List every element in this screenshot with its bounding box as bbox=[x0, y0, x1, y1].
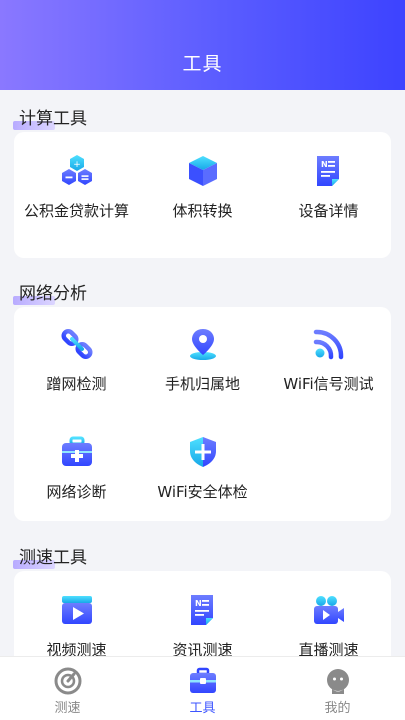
tool-video-speed[interactable]: 视频测速 bbox=[14, 593, 139, 660]
live-camera-icon bbox=[313, 596, 344, 624]
tool-label: WiFi安全体检 bbox=[157, 483, 248, 501]
tool-device-details[interactable]: N 设备详情 bbox=[266, 154, 391, 221]
document-icon: N bbox=[316, 156, 339, 186]
tool-label: 公积金贷款计算 bbox=[24, 202, 130, 220]
speedometer-icon bbox=[54, 667, 81, 695]
tab-label: 工具 bbox=[189, 701, 216, 716]
tab-label: 我的 bbox=[324, 701, 351, 716]
section-title-network: 网络分析 bbox=[13, 279, 87, 305]
calc-tools-card: + 公积金贷款计算 体积转换 N 设备详情 bbox=[14, 132, 391, 258]
svg-text:N: N bbox=[321, 160, 328, 169]
bottom-tab-bar: 测速 工具 我的 bbox=[0, 656, 405, 720]
tool-wifi-security-check[interactable]: WiFi安全体检 bbox=[140, 435, 265, 502]
tool-label: 体积转换 bbox=[172, 202, 233, 220]
tool-label: 设备详情 bbox=[298, 202, 359, 220]
tab-label: 测速 bbox=[54, 701, 81, 716]
tool-news-speed[interactable]: N 资讯测速 bbox=[140, 593, 265, 660]
tool-live-speed[interactable]: 直播测速 bbox=[266, 593, 391, 660]
news-document-icon: N bbox=[190, 595, 213, 625]
tool-housing-fund-loan[interactable]: + 公积金贷款计算 bbox=[14, 154, 139, 221]
svg-text:N: N bbox=[195, 599, 202, 608]
location-pin-icon bbox=[189, 329, 216, 360]
cube-icon bbox=[188, 156, 217, 186]
medical-kit-icon bbox=[61, 436, 92, 466]
tool-volume-convert[interactable]: 体积转换 bbox=[140, 154, 265, 221]
link-icon bbox=[60, 328, 93, 360]
tool-network-diagnosis[interactable]: 网络诊断 bbox=[14, 435, 139, 502]
hexagon-calculator-icon: + bbox=[61, 155, 92, 185]
tab-mine[interactable]: 我的 bbox=[270, 657, 405, 720]
tool-phone-location[interactable]: 手机归属地 bbox=[140, 327, 265, 394]
tool-label: 蹭网检测 bbox=[46, 375, 107, 393]
page-title: 工具 bbox=[182, 53, 223, 75]
svg-text:+: + bbox=[73, 160, 81, 170]
tool-label: 手机归属地 bbox=[164, 375, 240, 393]
tool-wifi-signal-test[interactable]: WiFi信号测试 bbox=[266, 327, 391, 394]
network-tools-card: 蹭网检测 手机归属地 WiFi信号测试 网络诊断 WiFi安全体检 bbox=[14, 307, 391, 521]
user-avatar-icon bbox=[326, 669, 349, 694]
tab-tools[interactable]: 工具 bbox=[135, 657, 270, 720]
wifi-signal-icon bbox=[313, 329, 343, 360]
shield-icon bbox=[189, 437, 216, 467]
tool-wifi-leech-check[interactable]: 蹭网检测 bbox=[14, 327, 139, 394]
section-title-speed: 测速工具 bbox=[13, 543, 87, 569]
tab-speed-test[interactable]: 测速 bbox=[0, 657, 135, 720]
toolbox-icon bbox=[189, 667, 216, 693]
tool-label: 网络诊断 bbox=[46, 483, 107, 501]
tool-label: WiFi信号测试 bbox=[283, 375, 374, 393]
app-header: 工具 bbox=[0, 0, 405, 90]
video-clapper-icon bbox=[61, 596, 92, 624]
section-title-calc: 计算工具 bbox=[13, 104, 87, 130]
